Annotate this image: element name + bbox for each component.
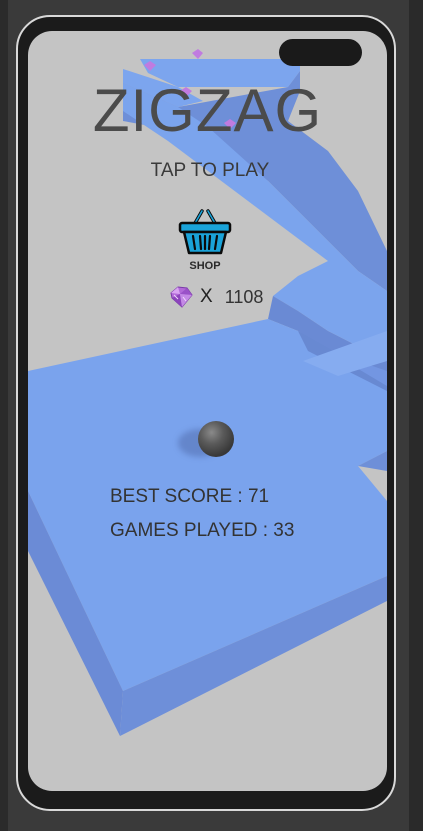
window-edge-left xyxy=(0,0,8,831)
game-screen[interactable]: ZIGZAG TAP TO PLAY SHOP X 1108 BEST SCOR… xyxy=(28,31,387,791)
shop-button[interactable]: SHOP xyxy=(175,205,235,277)
game-title: ZIGZAG xyxy=(92,77,323,144)
gem-icon xyxy=(170,286,193,308)
gem-pickup xyxy=(192,49,203,59)
gem-multiplier: X xyxy=(200,286,213,307)
shop-basket-icon xyxy=(178,209,232,255)
best-score: BEST SCORE : 71 xyxy=(110,486,270,507)
gem-counter: X 1108 xyxy=(168,284,263,310)
shop-label: SHOP xyxy=(189,260,221,272)
tap-to-play-prompt[interactable]: TAP TO PLAY xyxy=(28,160,387,182)
zigzag-path xyxy=(28,49,387,736)
gem-count: 1108 xyxy=(224,286,264,307)
window-edge-right xyxy=(409,0,423,831)
games-played: GAMES PLAYED : 33 xyxy=(110,520,295,541)
player-ball xyxy=(198,421,234,457)
camera-notch xyxy=(279,39,362,66)
